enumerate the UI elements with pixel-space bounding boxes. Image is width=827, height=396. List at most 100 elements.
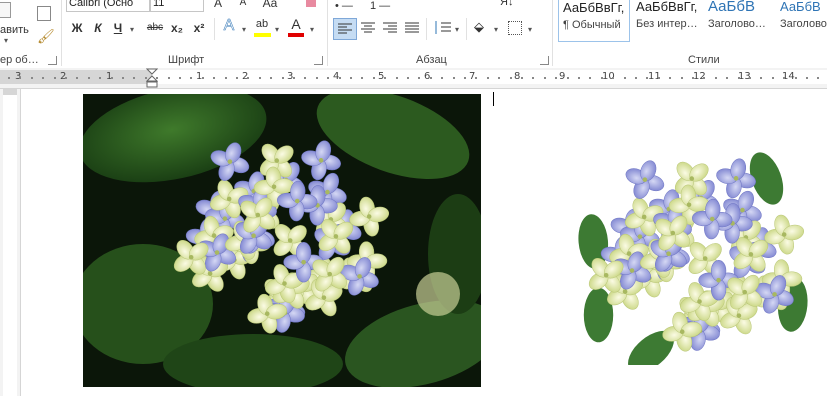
format-painter-icon[interactable]: 🖌: [37, 28, 55, 45]
ruler-tick: [407, 77, 409, 79]
align-center-icon[interactable]: [357, 18, 379, 38]
ruler-tick: [441, 77, 443, 79]
ruler-tick: [544, 77, 546, 79]
style-no-spacing[interactable]: АаБбВвГг, Без интер…: [632, 0, 702, 40]
change-case-button[interactable]: Aa: [260, 0, 280, 12]
align-left-button[interactable]: [333, 18, 357, 40]
indent-marker-icon[interactable]: [146, 68, 158, 88]
line-spacing-dropdown-icon[interactable]: ▾: [455, 25, 459, 34]
ruler-tick: [350, 77, 352, 79]
ruler-tick: [247, 77, 249, 79]
ruler-tick: [42, 77, 44, 79]
ruler-tick: [236, 77, 238, 79]
ruler-tick: [692, 77, 694, 79]
ruler-tick: [795, 77, 797, 79]
highlight-color-bar: [254, 33, 271, 37]
ruler-tick: [396, 77, 398, 79]
hydrangea-photo-image: [83, 94, 481, 387]
ruler-tick: [464, 77, 466, 79]
subscript-button[interactable]: x₂: [168, 19, 186, 37]
ruler-tick: [225, 77, 227, 79]
text-effects-button[interactable]: A: [220, 17, 238, 35]
font-name-combobox[interactable]: Calibri (Осно: [66, 0, 150, 12]
style-sample: АаБбВвГг,: [563, 0, 625, 15]
ruler-tick: [316, 77, 318, 79]
font-dialog-launcher[interactable]: [314, 56, 323, 65]
font-size-combobox[interactable]: 11: [150, 0, 204, 12]
separator: [214, 18, 215, 40]
justify-icon[interactable]: [401, 18, 423, 38]
ruler-tick: [122, 77, 124, 79]
ruler-tick: [418, 77, 420, 79]
paragraph-dialog-launcher[interactable]: [540, 56, 549, 65]
ruler-tick: [749, 77, 751, 79]
ruler-tick: [521, 77, 523, 79]
ruler-tick: [202, 77, 204, 79]
paragraph-group-label: Абзац: [416, 54, 447, 66]
line-spacing-icon[interactable]: [431, 18, 453, 38]
ribbon: авить ▾ 🖌 ер об… Calibri (Осно 11 A A Aa…: [0, 0, 827, 69]
ruler-tick: [339, 77, 341, 79]
superscript-button[interactable]: x²: [190, 19, 208, 37]
borders-icon[interactable]: [508, 21, 522, 35]
ruler-tick: [738, 77, 740, 79]
clipboard-dialog-launcher[interactable]: [48, 56, 57, 65]
ruler-tick: [475, 77, 477, 79]
separator: [61, 0, 62, 66]
copy-icon[interactable]: [37, 6, 51, 21]
ruler-tick: [589, 77, 591, 79]
paste-icon: [0, 2, 11, 18]
bullets-icon[interactable]: • —: [335, 0, 353, 12]
shrink-font-button[interactable]: A: [236, 0, 250, 12]
ruler-tick: [54, 77, 56, 79]
ruler-tick: [270, 77, 272, 79]
paste-dropdown-icon: ▾: [4, 36, 9, 45]
paste-button[interactable]: авить ▾: [0, 0, 34, 46]
highlight-dropdown-icon[interactable]: ▾: [275, 25, 279, 34]
font-color-dropdown-icon[interactable]: ▾: [310, 25, 314, 34]
paste-label: авить: [0, 24, 29, 36]
ruler-tick: [772, 77, 774, 79]
ruler-tick: [19, 77, 21, 79]
highlight-button[interactable]: ab: [253, 15, 271, 33]
underline-dropdown-icon[interactable]: ▾: [130, 25, 134, 34]
sort-icon[interactable]: Я↓: [500, 0, 513, 8]
ruler-tick: [646, 77, 648, 79]
clear-formatting-icon[interactable]: [306, 0, 316, 7]
ruler-tick: [384, 77, 386, 79]
shading-icon[interactable]: ⬙: [474, 19, 484, 35]
ruler-tick: [658, 77, 660, 79]
grow-font-button[interactable]: A: [210, 0, 226, 12]
font-group-label: Шрифт: [168, 54, 205, 66]
ruler-tick: [76, 77, 78, 79]
align-right-icon[interactable]: [379, 18, 401, 38]
ruler-tick: [817, 77, 819, 79]
italic-button[interactable]: К: [90, 19, 106, 37]
style-normal[interactable]: АаБбВвГг, ¶ Обычный: [558, 0, 630, 42]
ruler-tick: [567, 77, 569, 79]
ruler-tick: [703, 77, 705, 79]
ruler-tick: [99, 77, 101, 79]
style-sample: АаБбВвГг,: [636, 0, 698, 14]
style-heading-1[interactable]: АаБбВ Заголово…: [704, 0, 774, 40]
borders-dropdown-icon[interactable]: ▾: [528, 25, 532, 34]
hydrangea-cutout-image[interactable]: [575, 140, 815, 373]
ruler-tick: [635, 77, 637, 79]
shading-dropdown-icon[interactable]: ▾: [494, 25, 498, 34]
ruler-tick: [8, 77, 10, 79]
ruler-tick: [578, 77, 580, 79]
underline-button[interactable]: Ч: [110, 19, 126, 37]
strikethrough-button[interactable]: abc: [144, 19, 166, 37]
horizontal-ruler[interactable]: 3 2 1 1 2 3 4 5 6 7 8 9 10 11 12 13 14: [0, 68, 827, 89]
separator: [466, 18, 467, 40]
ruler-tick: [361, 77, 363, 79]
font-color-button[interactable]: A: [288, 15, 304, 33]
text-effects-dropdown-icon[interactable]: ▾: [242, 25, 246, 34]
bold-button[interactable]: Ж: [68, 19, 86, 37]
hydrangea-photo[interactable]: [83, 94, 481, 387]
vertical-ruler[interactable]: [0, 89, 21, 396]
style-heading-2[interactable]: АаБбВ Заголово…: [776, 0, 827, 40]
ruler-tick: [179, 77, 181, 79]
numbering-icon[interactable]: 1 —: [370, 0, 390, 12]
vertical-ruler-text-area: [3, 95, 17, 396]
